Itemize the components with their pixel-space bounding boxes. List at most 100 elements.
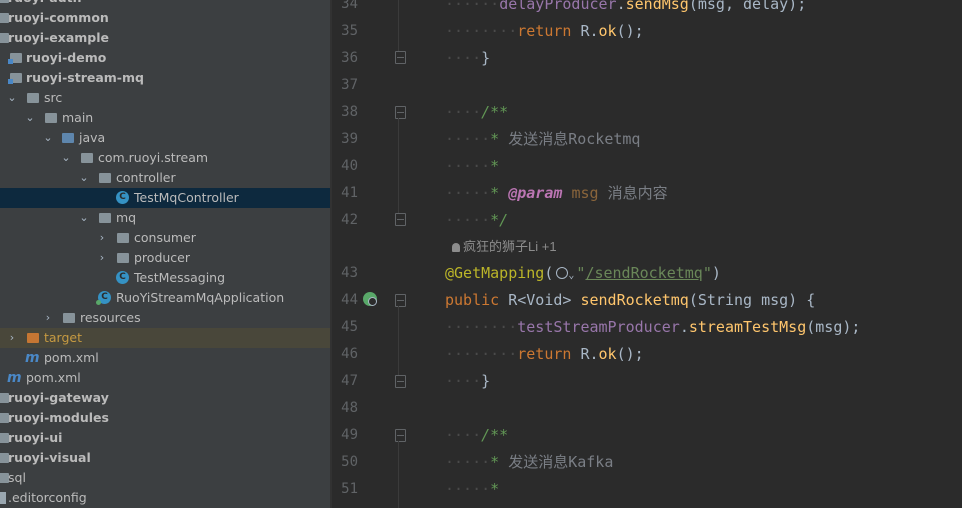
tree-item-mq[interactable]: ⌄ mq [0,208,330,228]
chevron-down-icon[interactable]: ⌄ [24,108,36,128]
code-line-45: ········testStreamProducer.streamTestMsg… [445,318,861,336]
tree-item-pom-xml-module[interactable]: m pom.xml [0,348,330,368]
fold-marker-icon[interactable] [395,294,406,307]
tree-item-ruoyi-modules[interactable]: ruoyi-modules [0,408,330,428]
tree-item-pom-xml-parent[interactable]: m pom.xml [0,368,330,388]
code-line-51: ·····* [445,480,500,498]
tree-item-ruoyi-ui[interactable]: ruoyi-ui [0,428,330,448]
line-number: 37 [341,77,358,93]
code-line-36: ····} [445,49,491,67]
tree-item-ruoyi-example[interactable]: ruoyi-example [0,28,330,48]
line-number: 41 [341,185,358,201]
code-line-44: public R<Void> sendRocketmq(String msg) … [445,291,816,309]
fold-guide [398,441,399,508]
tree-item-src[interactable]: ⌄ src [0,88,330,108]
folder-icon [45,113,57,123]
module-folder-icon [8,53,22,64]
user-icon [452,243,460,252]
code-author-hint[interactable]: 疯狂的狮子Li +1 [452,236,557,255]
tree-item-sql[interactable]: sql [0,468,330,488]
tree-item-ruoyi-stream-mq[interactable]: ruoyi-stream-mq [0,68,330,88]
chevron-down-icon[interactable]: ⌄ [42,128,54,148]
class-icon: C [116,191,129,204]
line-number: 46 [341,346,358,362]
tree-item-com-ruoyi-stream[interactable]: ⌄ com.ruoyi.stream [0,148,330,168]
fold-marker-icon[interactable] [395,213,406,226]
tree-item-consumer[interactable]: › consumer [0,228,330,248]
tree-item-ruoyi-common[interactable]: ruoyi-common [0,8,330,28]
line-number: 42 [341,212,358,228]
code-line-42: ·····*/ [445,211,509,229]
chevron-down-icon[interactable]: ⌄ [78,208,90,228]
chevron-down-icon[interactable]: ⌄ [78,168,90,188]
line-number: 38 [341,104,358,120]
tree-item-ruoyi-demo[interactable]: ruoyi-demo [0,48,330,68]
code-line-46: ········return R.ok(); [445,345,644,363]
code-line-41: ·····* @param msg 消息内容 [445,184,668,202]
tree-item-producer[interactable]: › producer [0,248,330,268]
tree-item-controller[interactable]: ⌄ controller [0,168,330,188]
package-icon [81,153,93,163]
folder-icon [27,93,39,103]
chevron-down-icon[interactable]: ⌄ [60,148,72,168]
tree-item-java[interactable]: ⌄ java [0,128,330,148]
tree-item-ruoyi-gateway[interactable]: ruoyi-gateway [0,388,330,408]
package-icon [99,173,111,183]
code-line-47: ····} [445,372,491,390]
chevron-right-icon[interactable]: › [42,308,54,328]
line-number: 34 [341,0,358,12]
chevron-right-icon[interactable]: › [96,248,108,268]
route-link[interactable]: /sendRocketmq [585,264,702,282]
line-number: 36 [341,50,358,66]
tree-item-testmqcontroller[interactable]: C TestMqController [0,188,330,208]
line-number: 47 [341,373,358,389]
spring-boot-class-icon: C [96,291,111,305]
line-number: 49 [341,427,358,443]
fold-marker-icon[interactable] [395,51,406,64]
code-line-35: ········return R.ok(); [445,22,644,40]
line-number: 43 [341,265,358,281]
tree-item-target[interactable]: › target [0,328,330,348]
file-icon [0,492,6,504]
fold-marker-icon[interactable] [395,106,406,119]
package-icon [117,253,129,263]
module-folder-icon [8,73,22,84]
tree-item-testmessaging[interactable]: C TestMessaging [0,268,330,288]
tree-item-ruoyi-auth[interactable]: ruoyi-auth [0,0,330,8]
code-line-38: ····/** [445,103,509,121]
code-line-50: ·····* 发送消息Kafka [445,453,614,471]
fold-guide [398,118,399,213]
code-line-39: ·····* 发送消息Rocketmq [445,130,641,148]
line-number: 44 [341,292,358,308]
line-number: 45 [341,319,358,335]
class-icon: C [116,271,129,284]
line-number: 50 [341,454,358,470]
resources-folder-icon [63,313,75,323]
fold-marker-icon[interactable] [395,375,406,388]
tree-item-ruoyi-visual[interactable]: ruoyi-visual [0,448,330,468]
line-number: 51 [341,481,358,497]
tree-item-resources[interactable]: › resources [0,308,330,328]
chevron-right-icon[interactable]: › [96,228,108,248]
code-line-49: ····/** [445,426,509,444]
line-number: 40 [341,158,358,174]
code-line-40: ·····* [445,157,500,175]
fold-marker-icon[interactable] [395,429,406,442]
package-icon [99,213,111,223]
globe-icon[interactable] [556,267,569,279]
code-editor[interactable]: 34 35 36 37 38 39 40 41 42 43 44 45 46 4… [332,0,962,508]
excluded-folder-icon [27,333,39,343]
line-number: 35 [341,23,358,39]
spring-web-endpoint-icon[interactable] [363,292,377,306]
tree-item-main[interactable]: ⌄ main [0,108,330,128]
chevron-down-icon[interactable]: ⌄ [6,88,18,108]
line-number: 39 [341,131,358,147]
tree-item-ruoyistreammqapplication[interactable]: C RuoYiStreamMqApplication [0,288,330,308]
maven-icon: m [7,370,22,386]
chevron-right-icon[interactable]: › [6,328,18,348]
project-tree-panel[interactable]: ruoyi-auth ruoyi-common ruoyi-example ru… [0,0,330,508]
source-folder-icon [62,133,74,143]
fold-guide [398,306,399,375]
tree-item-editorconfig[interactable]: .editorconfig [0,488,330,508]
chevron-down-icon[interactable]: ⌄ [568,270,574,281]
